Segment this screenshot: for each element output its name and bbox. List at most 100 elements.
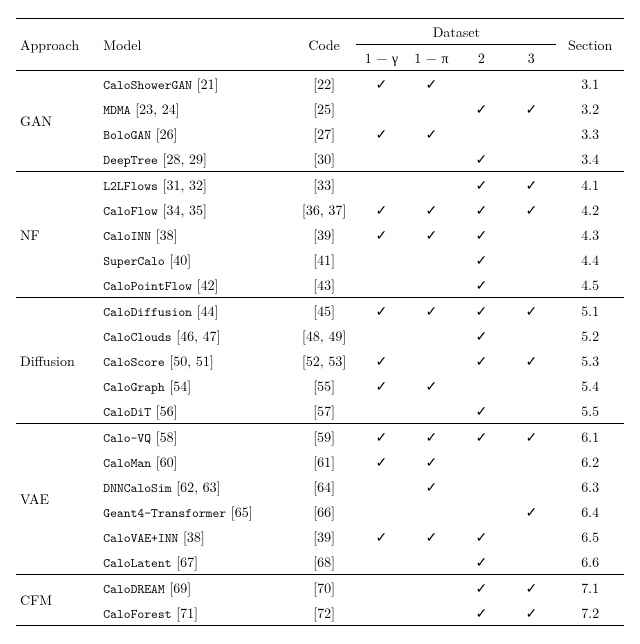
dataset-cell — [406, 172, 456, 198]
check-icon — [525, 175, 537, 195]
dataset-cell — [406, 71, 456, 97]
code-cell: [22] — [292, 71, 357, 97]
check-icon — [425, 124, 437, 144]
model-ref: [44] — [192, 301, 218, 321]
dataset-cell — [456, 424, 506, 450]
dataset-cell — [356, 298, 406, 324]
dataset-cell — [506, 172, 556, 198]
model-name: CaloLatent — [103, 555, 171, 572]
model-name: CaloVAE+INN — [103, 530, 178, 547]
dataset-cell — [506, 449, 556, 474]
dataset-cell — [456, 575, 506, 601]
check-icon — [376, 74, 388, 94]
model-name: CaloForest — [103, 606, 171, 623]
code-cell: [41] — [292, 247, 357, 272]
col-dataset: Dataset — [356, 19, 556, 45]
dataset-cell — [506, 71, 556, 97]
check-icon — [475, 527, 487, 547]
section-cell: 6.5 — [556, 524, 624, 549]
dataset-cell — [406, 424, 456, 450]
table-row: CaloLatent [67][68]6.6 — [16, 549, 624, 575]
model-ref: [28, 29] — [158, 149, 207, 169]
dataset-cell — [506, 323, 556, 348]
check-icon — [425, 452, 437, 472]
code-cell: [59] — [292, 424, 357, 450]
section-cell: 6.6 — [556, 549, 624, 575]
col-model: Model — [99, 19, 292, 71]
dataset-cell — [506, 373, 556, 398]
col-approach: Approach — [16, 19, 99, 71]
check-icon — [525, 301, 537, 321]
table-row: NFL2LFlows [31, 32][33]4.1 — [16, 172, 624, 198]
check-icon — [425, 527, 437, 547]
table-row: CaloINN [38][39]4.3 — [16, 222, 624, 247]
check-icon — [425, 225, 437, 245]
section-cell: 4.1 — [556, 172, 624, 198]
dataset-cell — [456, 121, 506, 146]
dataset-cell — [406, 474, 456, 499]
section-cell: 6.4 — [556, 499, 624, 524]
model-name: CaloDiT — [103, 404, 151, 421]
model-ref: [46, 47] — [172, 326, 221, 346]
check-icon — [425, 200, 437, 220]
dataset-cell — [406, 247, 456, 272]
model-ref: [67] — [172, 552, 198, 572]
model-cell: CaloDiT [56] — [99, 398, 292, 424]
dataset-cell — [406, 121, 456, 146]
dataset-cell — [456, 96, 506, 121]
col-ds1: 1 − γ — [356, 45, 406, 71]
section-cell: 5.4 — [556, 373, 624, 398]
dataset-cell — [456, 146, 506, 172]
dataset-cell — [356, 398, 406, 424]
check-icon — [376, 225, 388, 245]
dataset-cell — [456, 499, 506, 524]
model-cell: Geant4-Transformer [65] — [99, 499, 292, 524]
dataset-cell — [356, 474, 406, 499]
code-cell: [61] — [292, 449, 357, 474]
dataset-cell — [406, 549, 456, 575]
dataset-cell — [356, 172, 406, 198]
table-row: CaloMan [60][61]6.2 — [16, 449, 624, 474]
model-name: DeepTree — [103, 152, 158, 169]
model-cell: CaloDiffusion [44] — [99, 298, 292, 324]
model-ref: [69] — [165, 578, 191, 598]
check-icon — [425, 477, 437, 497]
section-cell: 6.2 — [556, 449, 624, 474]
col-ds2: 1 − π — [406, 45, 456, 71]
model-ref: [26] — [151, 124, 177, 144]
dataset-cell — [506, 524, 556, 549]
check-icon — [376, 200, 388, 220]
dataset-cell — [356, 549, 406, 575]
model-cell: L2LFlows [31, 32] — [99, 172, 292, 198]
model-ref: [42] — [192, 275, 218, 295]
dataset-cell — [456, 298, 506, 324]
check-icon — [425, 376, 437, 396]
dataset-cell — [506, 424, 556, 450]
dataset-cell — [356, 247, 406, 272]
check-icon — [475, 401, 487, 421]
model-ref: [54] — [165, 376, 191, 396]
section-cell: 6.3 — [556, 474, 624, 499]
check-icon — [525, 502, 537, 522]
dataset-cell — [506, 348, 556, 373]
code-cell: [52, 53] — [292, 348, 357, 373]
model-cell: CaloForest [71] — [99, 600, 292, 626]
model-ref: [38] — [151, 225, 177, 245]
dataset-cell — [456, 172, 506, 198]
check-icon — [425, 301, 437, 321]
dataset-cell — [506, 499, 556, 524]
model-ref: [71] — [172, 603, 198, 623]
dataset-cell — [456, 348, 506, 373]
model-cell: CaloScore [50, 51] — [99, 348, 292, 373]
model-ref: [65] — [226, 502, 252, 522]
table-row: MDMA [23, 24][25]3.2 — [16, 96, 624, 121]
check-icon — [525, 99, 537, 119]
dataset-cell — [356, 524, 406, 549]
section-cell: 3.4 — [556, 146, 624, 172]
dataset-cell — [456, 323, 506, 348]
section-cell: 3.1 — [556, 71, 624, 97]
model-cell: CaloClouds [46, 47] — [99, 323, 292, 348]
dataset-cell — [356, 121, 406, 146]
dataset-cell — [406, 222, 456, 247]
model-ref: [58] — [151, 427, 177, 447]
